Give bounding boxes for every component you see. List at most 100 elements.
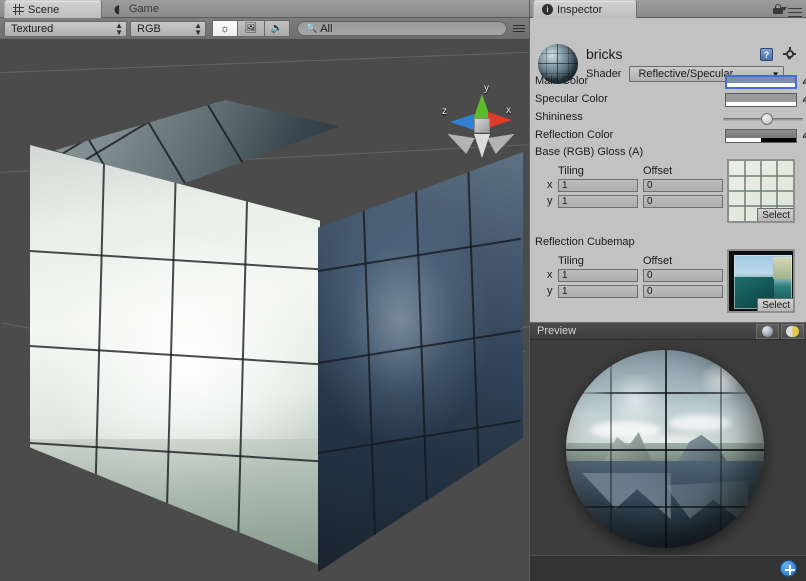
cube-right-face [318,152,523,572]
sphere-icon [762,326,773,337]
scene-viewport[interactable]: y x z [0,40,529,581]
scene-axis-gizmo[interactable]: y x z [440,84,524,162]
tab-game[interactable]: ◖ Game [106,0,188,18]
lighting-toggle-button[interactable]: ☼ [212,20,238,37]
gamepad-icon: ◖ [114,4,125,15]
gizmo-axis-y-label: y [484,83,489,94]
eyedropper-icon[interactable] [800,128,806,144]
cubemap-texture-thumbnail[interactable]: Select [727,249,795,313]
texture-slot-cubemap: Reflection Cubemap Tiling Offset x y 1 0… [530,236,806,326]
preview-title: Preview [537,325,576,337]
gizmo-axis-z-label: z [442,106,447,117]
gizmo-axis-negx-cone[interactable] [443,126,474,154]
audio-toggle-button[interactable]: 🔈 [264,20,290,37]
tab-scene-label: Scene [28,4,59,16]
scene-menu-icon[interactable] [513,23,525,34]
gear-icon[interactable] [783,47,797,61]
scene-toolbar: Textured ▲▼ RGB ▲▼ ☼ 🖼 🔈 🔍 All [0,18,529,40]
help-glyph: ? [764,50,770,60]
gizmo-axis-negy-cone[interactable] [474,134,490,158]
axis-x-label: x [547,179,553,191]
scene-panel: Scene ◖ Game Textured ▲▼ RGB ▲▼ ☼ 🖼 [0,0,529,581]
shininess-slider-handle[interactable] [761,113,773,125]
offset-y-input[interactable]: 0 [643,285,723,298]
unity-editor-window: Scene ◖ Game Textured ▲▼ RGB ▲▼ ☼ 🖼 [0,0,806,581]
tiling-y-input[interactable]: 1 [558,285,638,298]
preview-lighting-button[interactable] [781,324,804,339]
lighting-toggle-icon [786,326,799,337]
chevron-updown-icon: ▲▼ [194,22,202,36]
axis-y-label: y [547,195,553,207]
inspector-panel: i Inspector bricks [529,0,806,581]
material-preview-sphere[interactable] [566,350,764,548]
property-label: Reflection Color [535,129,613,141]
gizmo-center-cube[interactable] [474,118,490,133]
image-icon: 🖼 [245,23,258,34]
preview-viewport[interactable] [530,340,806,555]
chevron-updown-icon: ▲▼ [115,22,123,36]
base-texture-thumbnail[interactable]: Select [727,159,795,223]
plus-icon[interactable] [780,560,797,577]
offset-x-input[interactable]: 0 [643,269,723,282]
texture-slot-base: Base (RGB) Gloss (A) Tiling Offset x y 1… [530,146,806,236]
search-input[interactable]: 🔍 All [297,21,507,36]
tiling-y-input[interactable]: 1 [558,195,638,208]
base-texture-select-button[interactable]: Select [757,208,795,223]
sun-icon: ☼ [220,23,230,35]
axis-x-label: x [547,269,553,281]
property-label: Main Color [535,75,588,87]
main-color-swatch[interactable] [725,75,797,89]
info-icon: i [542,4,553,15]
axis-y-label: y [547,285,553,297]
render-mode-value: RGB [137,23,161,35]
material-name: bricks [586,46,623,62]
inspector-tabbar: i Inspector [530,0,806,18]
reflection-color-swatch[interactable] [725,129,797,143]
gizmo-axis-negz-cone[interactable] [487,126,518,154]
offset-x-input[interactable]: 0 [643,179,723,192]
cube-front-grid [30,145,320,565]
search-icon: 🔍 [306,23,317,34]
cube-right-grid [318,152,523,572]
inspector-body: bricks Shader Reflective/Specular ▼ ? [530,18,806,322]
tab-scene[interactable]: Scene [4,0,102,18]
property-label: Shininess [535,111,583,123]
reflective-cube[interactable] [20,100,520,560]
scene-tabbar: Scene ◖ Game [0,0,529,18]
offset-header: Offset [643,255,672,267]
tiling-x-input[interactable]: 1 [558,179,638,192]
draw-mode-value: Textured [11,23,53,35]
render-mode-dropdown[interactable]: RGB ▲▼ [130,21,206,37]
skybox-toggle-button[interactable]: 🖼 [238,20,264,37]
tiling-x-input[interactable]: 1 [558,269,638,282]
texture-slot-title: Reflection Cubemap [535,236,635,248]
property-row-shininess: Shininess [530,110,806,128]
eyedropper-icon[interactable] [800,74,806,90]
search-value: All [320,23,332,35]
preview-sphere-button[interactable] [756,324,779,339]
tiling-header: Tiling [558,165,584,177]
preview-header: Preview [530,322,806,340]
tiling-header: Tiling [558,255,584,267]
help-icon[interactable]: ? [760,48,773,61]
texture-slot-title: Base (RGB) Gloss (A) [535,146,643,158]
eyedropper-icon[interactable] [800,92,806,108]
gizmo-axis-x-label: x [506,105,511,116]
offset-y-input[interactable]: 0 [643,195,723,208]
property-label: Specular Color [535,93,608,105]
cubemap-texture-select-button[interactable]: Select [757,298,795,313]
preview-footer [530,555,806,581]
property-row-main-color: Main Color [530,74,806,92]
tab-game-label: Game [129,3,159,15]
grid-line [0,52,529,73]
property-row-specular-color: Specular Color [530,92,806,110]
property-row-reflection-color: Reflection Color [530,128,806,146]
tab-inspector[interactable]: i Inspector [533,0,637,18]
tab-inspector-label: Inspector [557,4,602,16]
draw-mode-dropdown[interactable]: Textured ▲▼ [4,21,127,37]
speaker-icon: 🔈 [271,23,283,34]
specular-color-swatch[interactable] [725,93,797,107]
cube-front-face [30,145,320,565]
offset-header: Offset [643,165,672,177]
chevron-down-icon[interactable] [781,7,787,11]
